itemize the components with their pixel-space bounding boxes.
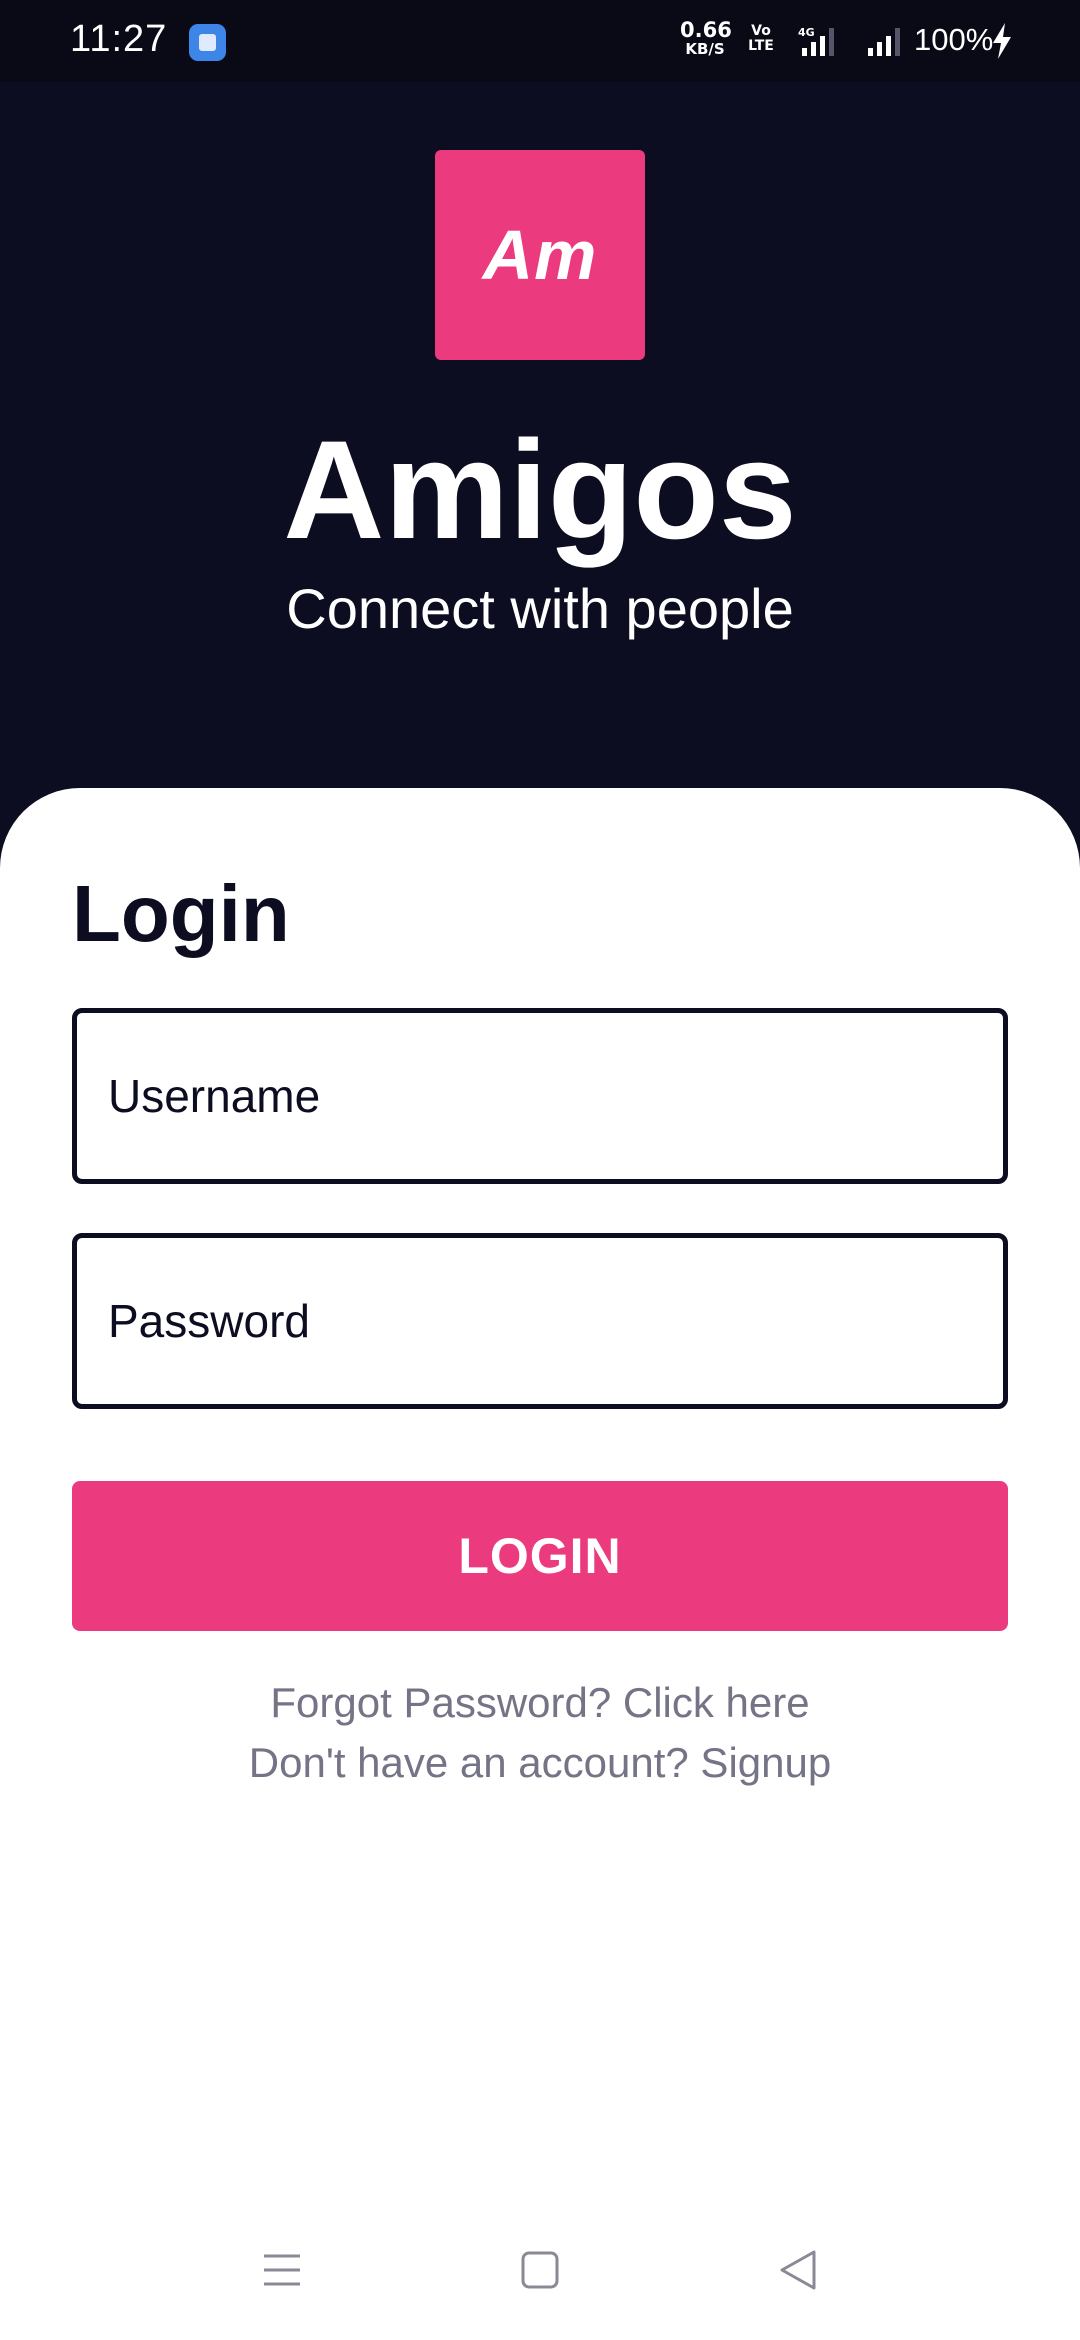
network-speed: 0.66 KB/S	[680, 18, 732, 58]
menu-icon[interactable]	[260, 2248, 304, 2292]
network-type-label: 4G	[798, 26, 815, 39]
app-notification-icon	[189, 24, 226, 61]
signup-link[interactable]: Don't have an account? Signup	[0, 1738, 1080, 1788]
app-logo: Am	[435, 150, 645, 360]
battery-level: 100%	[914, 22, 994, 57]
app-name: Amigos	[283, 411, 797, 568]
charging-icon	[993, 23, 1011, 59]
status-time: 11:27	[70, 18, 168, 60]
signal-icon	[868, 28, 900, 56]
password-input[interactable]	[72, 1233, 1008, 1409]
signal-icon: 4G	[798, 26, 834, 56]
volte-bottom-label: LTE	[748, 37, 774, 54]
network-speed-value: 0.66	[680, 18, 732, 42]
app-tagline: Connect with people	[286, 577, 794, 640]
login-heading: Login	[72, 869, 290, 958]
volte-icon: Vo LTE	[742, 24, 780, 53]
login-button[interactable]: LOGIN	[72, 1481, 1008, 1631]
login-card: Login LOGIN Forgot Password? Click here …	[0, 788, 1080, 2340]
network-speed-unit: KB/S	[685, 40, 725, 58]
volte-top-label: Vo	[751, 23, 771, 39]
username-input[interactable]	[72, 1008, 1008, 1184]
status-bar: 11:27 0.66 KB/S Vo LTE 4G 100%	[0, 0, 1080, 82]
home-icon[interactable]	[518, 2248, 562, 2292]
logo-text: Am	[482, 216, 598, 294]
forgot-password-link[interactable]: Forgot Password? Click here	[0, 1678, 1080, 1728]
login-screen: 11:27 0.66 KB/S Vo LTE 4G 100% Am Amigos…	[0, 0, 1080, 2340]
back-icon[interactable]	[776, 2248, 820, 2292]
